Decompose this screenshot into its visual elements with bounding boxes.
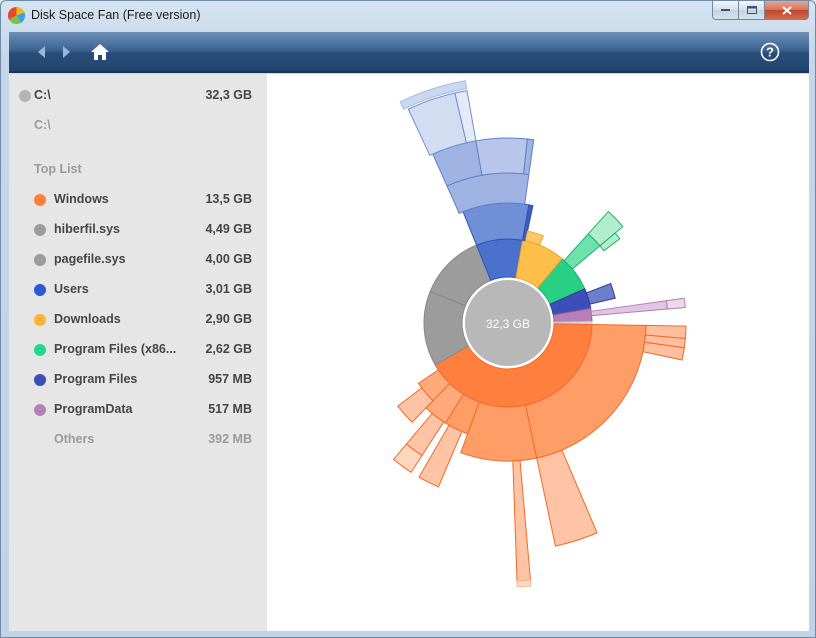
item-size: 4,49 GB <box>205 222 252 236</box>
others-size: 392 MB <box>208 432 252 446</box>
segment-users-child[interactable] <box>462 202 530 246</box>
color-dot-icon <box>34 194 46 206</box>
forward-arrow-icon <box>63 46 70 58</box>
item-size: 13,5 GB <box>205 192 252 206</box>
item-label: Program Files (x86... <box>54 342 177 356</box>
item-size: 517 MB <box>208 402 252 416</box>
drive-label: C:\ <box>34 88 51 102</box>
top-list-item[interactable]: ProgramData 517 MB <box>9 399 267 421</box>
help-button[interactable]: ? <box>758 40 782 64</box>
segment-windows-sub[interactable] <box>512 459 532 582</box>
color-dot-icon <box>34 404 46 416</box>
close-button[interactable] <box>765 1 809 20</box>
item-size: 957 MB <box>208 372 252 386</box>
top-list-item[interactable]: Windows 13,5 GB <box>9 189 267 211</box>
segment-windows-sub[interactable] <box>536 449 598 547</box>
chart-area: 32,3 GB <box>267 74 809 631</box>
item-label: Windows <box>54 192 109 206</box>
close-icon <box>781 5 792 15</box>
top-list-item[interactable]: Downloads 2,90 GB <box>9 309 267 331</box>
app-window: Disk Space Fan (Free version) ? C:\ 32,3… <box>0 0 816 638</box>
item-label: pagefile.sys <box>54 252 126 266</box>
segment-programdata-child[interactable] <box>590 300 668 317</box>
color-dot-icon <box>34 374 46 386</box>
back-button[interactable] <box>29 40 53 64</box>
home-button[interactable] <box>88 40 112 64</box>
color-dot-icon <box>34 284 46 296</box>
path-label: C:\ <box>34 118 51 132</box>
drive-size: 32,3 GB <box>205 88 252 102</box>
app-logo-icon <box>8 7 25 24</box>
window-title: Disk Space Fan (Free version) <box>31 8 201 22</box>
item-size: 2,90 GB <box>205 312 252 326</box>
svg-text:?: ? <box>766 45 774 60</box>
item-size: 2,62 GB <box>205 342 252 356</box>
segment-users-child[interactable] <box>475 137 528 176</box>
minimize-icon <box>721 8 730 11</box>
drive-dot-icon <box>19 90 31 102</box>
back-arrow-icon <box>38 46 45 58</box>
segment-windows-sub[interactable] <box>516 579 532 588</box>
minimize-button[interactable] <box>712 1 739 20</box>
top-list-item[interactable]: Program Files (x86... 2,62 GB <box>9 339 267 361</box>
segment-programdata-child[interactable] <box>665 297 686 310</box>
navigation-bar: ? <box>9 32 809 73</box>
current-path[interactable]: C:\ <box>9 115 267 137</box>
top-list-item[interactable]: pagefile.sys 4,00 GB <box>9 249 267 271</box>
color-dot-icon <box>34 314 46 326</box>
item-label: Users <box>54 282 89 296</box>
top-list-label: Top List <box>34 162 82 176</box>
item-label: hiberfil.sys <box>54 222 120 236</box>
drive-row[interactable]: C:\ 32,3 GB <box>9 85 267 107</box>
color-dot-icon <box>34 224 46 236</box>
item-size: 4,00 GB <box>205 252 252 266</box>
forward-button[interactable] <box>55 40 79 64</box>
top-list-item[interactable]: Program Files 957 MB <box>9 369 267 391</box>
color-dot-icon <box>34 254 46 266</box>
maximize-icon <box>746 6 757 14</box>
center-size-label: 32,3 GB <box>486 317 530 331</box>
others-row: Others 392 MB <box>9 429 267 451</box>
top-list-item[interactable]: hiberfil.sys 4,49 GB <box>9 219 267 241</box>
item-size: 3,01 GB <box>205 282 252 296</box>
segment-programfiles-child[interactable] <box>585 282 616 305</box>
others-label: Others <box>54 432 95 446</box>
top-list-header: Top List <box>9 159 267 181</box>
help-icon: ? <box>760 42 780 62</box>
item-label: ProgramData <box>54 402 133 416</box>
home-icon <box>91 44 109 60</box>
top-list-item[interactable]: Users 3,01 GB <box>9 279 267 301</box>
disk-usage-sunburst[interactable]: 32,3 GB <box>267 74 809 631</box>
sidebar: C:\ 32,3 GB C:\ Top List Windows 13,5 GB h… <box>9 74 267 631</box>
maximize-button[interactable] <box>739 1 765 20</box>
title-bar[interactable]: Disk Space Fan (Free version) <box>1 1 815 31</box>
item-label: Program Files <box>54 372 138 386</box>
color-dot-icon <box>34 344 46 356</box>
item-label: Downloads <box>54 312 121 326</box>
